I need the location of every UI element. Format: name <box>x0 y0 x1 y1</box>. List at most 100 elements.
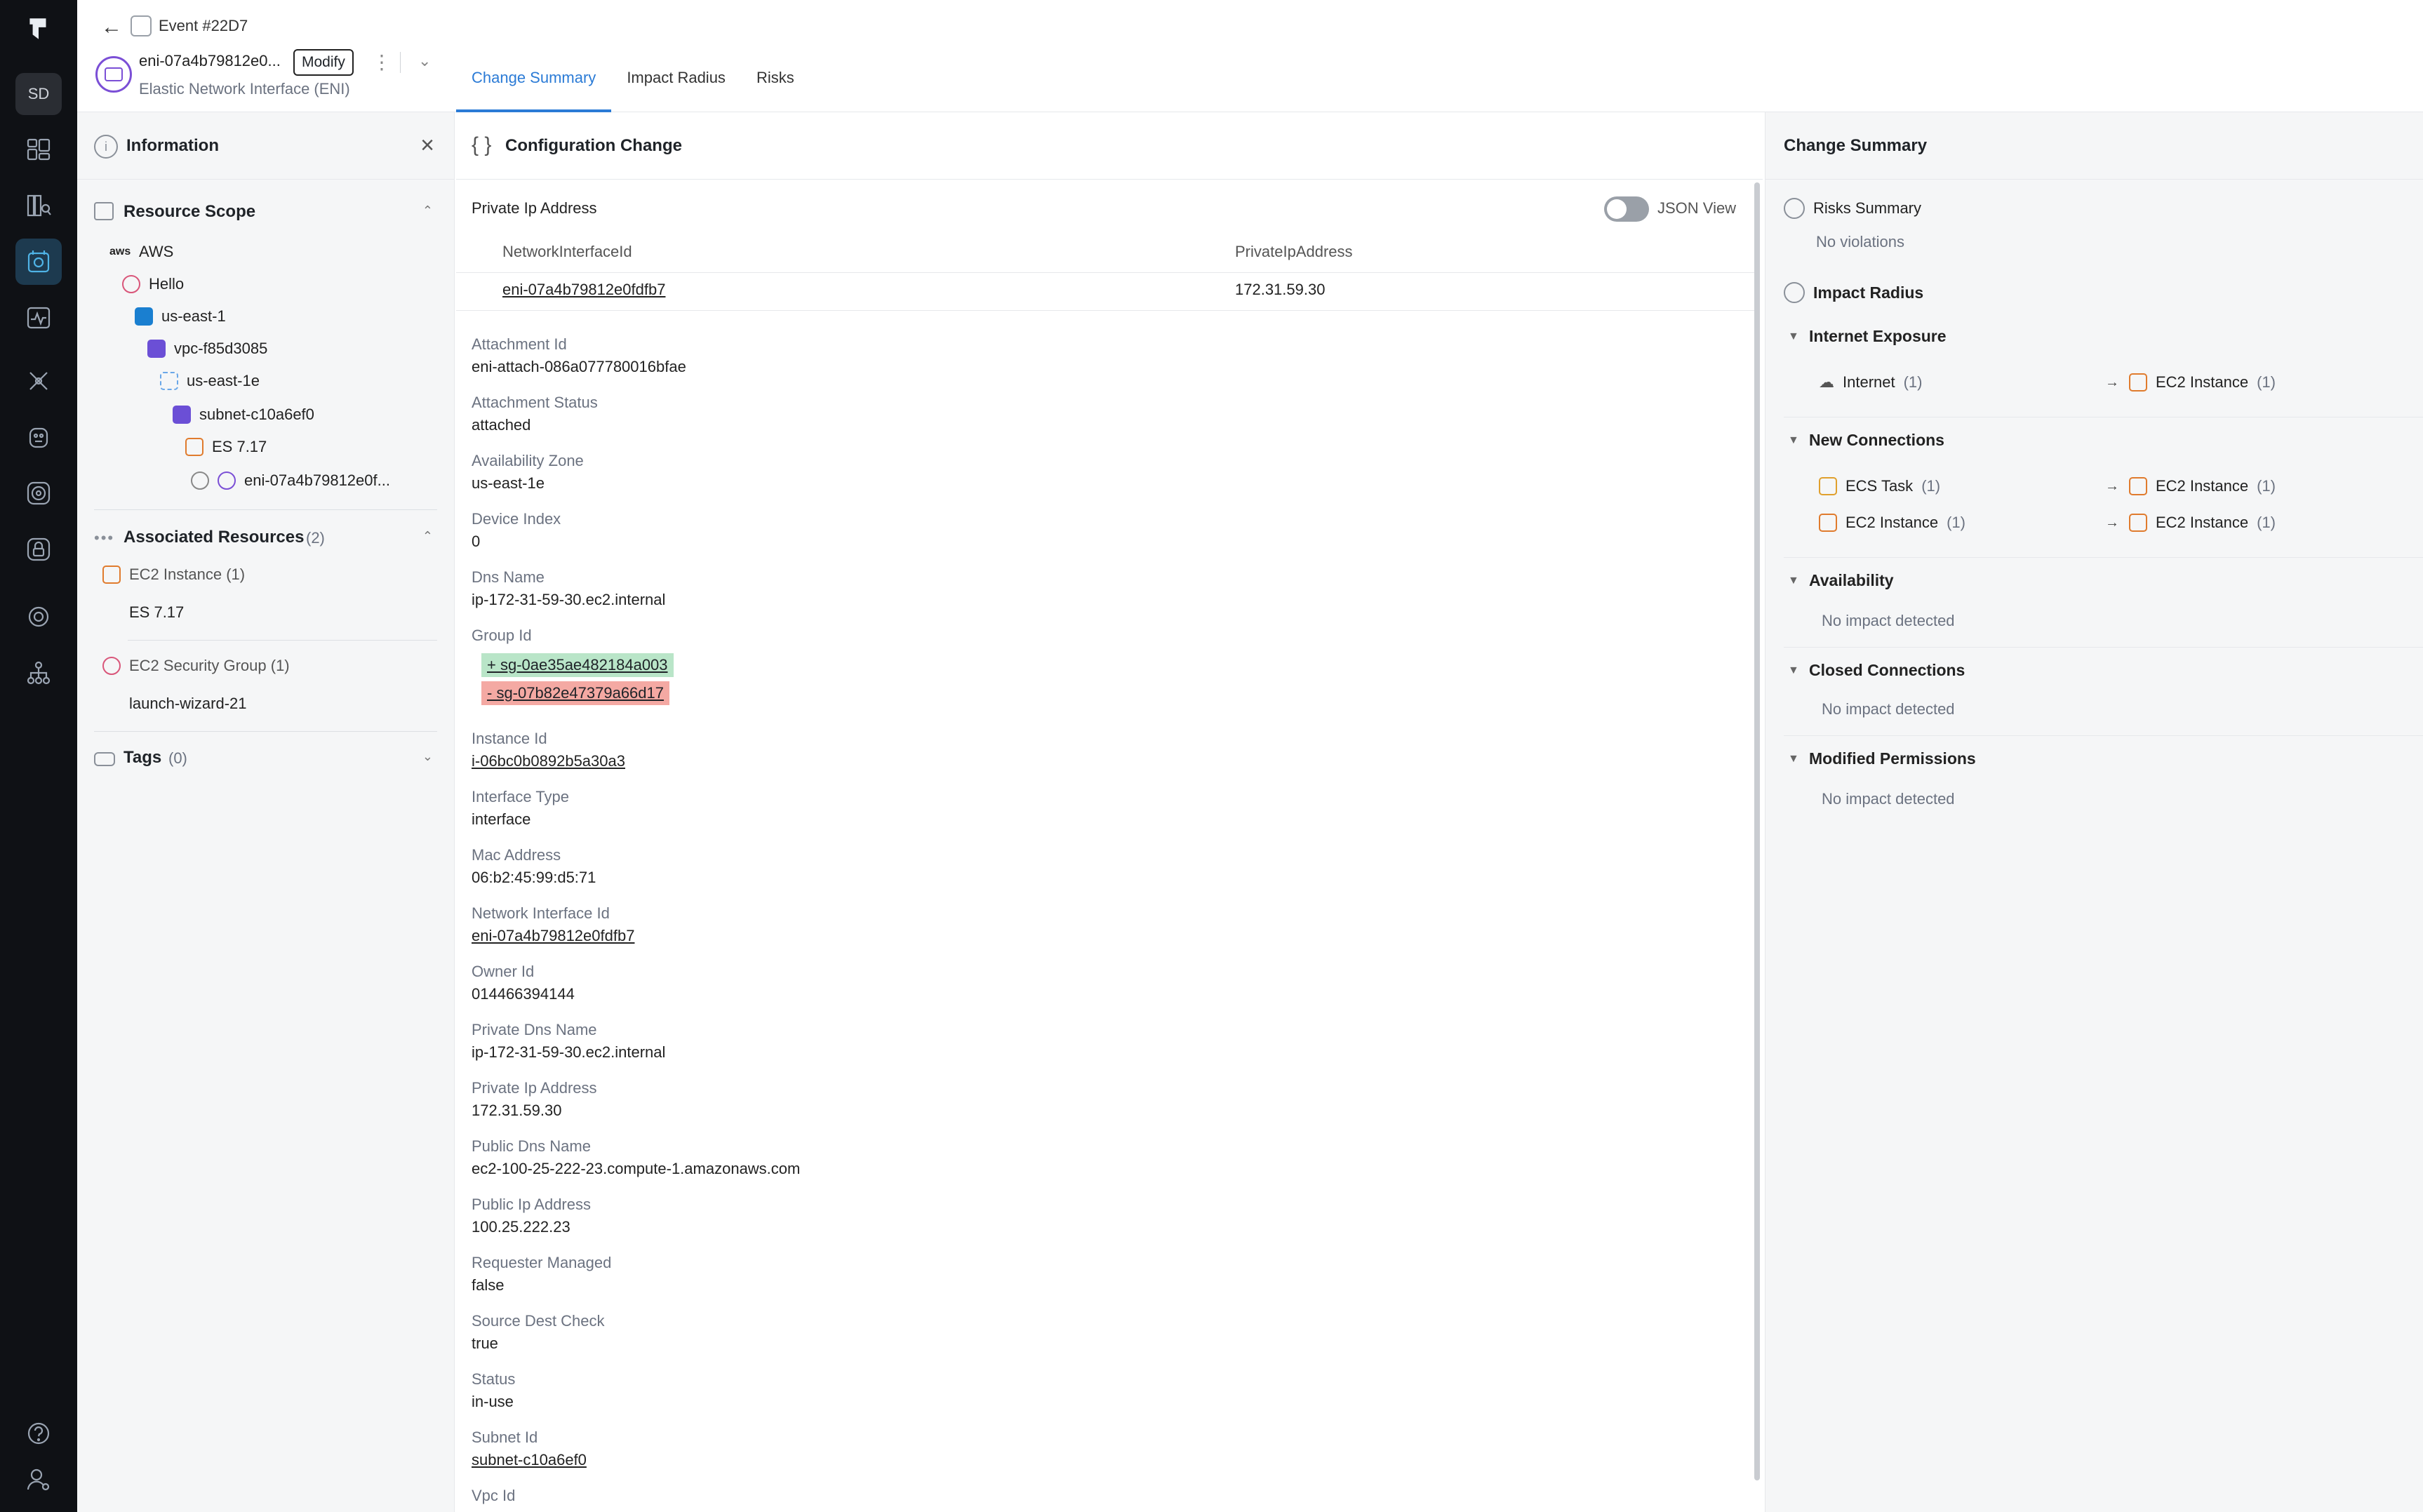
table-cell-link[interactable]: eni-07a4b79812e0fdfb7 <box>502 281 665 299</box>
info-header: i Information × <box>77 112 454 180</box>
from-count: (1) <box>1921 477 1941 495</box>
new-conn-from[interactable]: ECS Task (1) <box>1819 477 1940 495</box>
internet-from[interactable]: ☁ Internet (1) <box>1819 373 1923 392</box>
tree-item-aws[interactable]: aws AWS <box>109 243 173 261</box>
tree-item-eni[interactable]: eni-07a4b79812e0f... <box>191 471 390 490</box>
internet-exposure-header[interactable]: ▼ Internet Exposure <box>1788 327 1947 346</box>
org-tree-icon[interactable] <box>15 650 62 696</box>
scrollbar[interactable] <box>1754 182 1760 1480</box>
field-value: ip-172-31-59-30.ec2.internal <box>472 591 666 608</box>
new-conn-to[interactable]: EC2 Instance (1) <box>2129 477 2276 495</box>
availability-header[interactable]: ▼ Availability <box>1788 571 1894 590</box>
table-cell: 172.31.59.30 <box>1235 281 1326 298</box>
associated-resources-title[interactable]: Associated Resources <box>124 528 304 547</box>
table-title: Private Ip Address <box>472 199 597 217</box>
assoc-item[interactable]: launch-wizard-21 <box>129 695 247 713</box>
field-label: Dns Name <box>472 568 545 586</box>
target-icon[interactable] <box>15 470 62 516</box>
assoc-group-sg[interactable]: EC2 Security Group (1) <box>102 657 290 675</box>
tree-item-instance[interactable]: ES 7.17 <box>185 438 267 456</box>
tree-item-subnet[interactable]: subnet-c10a6ef0 <box>173 406 314 424</box>
assoc-divider <box>128 640 437 641</box>
tree-item-account[interactable]: Hello <box>122 275 184 293</box>
tree-item-az[interactable]: us-east-1e <box>160 372 260 390</box>
user-avatar[interactable]: SD <box>15 73 62 115</box>
chevron-down-icon[interactable]: ⌄ <box>418 52 431 70</box>
close-icon[interactable]: × <box>420 132 434 159</box>
field-subnet-id: Subnet Id subnet-c10a6ef0 <box>472 1429 587 1469</box>
field-label: Status <box>472 1370 516 1388</box>
tree-item-vpc[interactable]: vpc-f85d3085 <box>147 340 267 358</box>
new-connections-header[interactable]: ▼ New Connections <box>1788 431 1944 450</box>
field-value-link[interactable]: i-06bc0b0892b5a30a3 <box>472 752 625 770</box>
app-logo-icon[interactable] <box>24 14 53 44</box>
tab-impact-radius[interactable]: Impact Radius <box>611 63 741 112</box>
vpc-icon <box>147 340 166 358</box>
bug-icon[interactable] <box>15 414 62 460</box>
events-icon[interactable] <box>15 239 62 285</box>
back-arrow-icon[interactable]: ← <box>101 15 122 39</box>
ec2-instance-icon <box>102 566 121 584</box>
chevron-down-icon[interactable]: ⌄ <box>422 749 433 764</box>
modified-permissions-header[interactable]: ▼ Modified Permissions <box>1788 749 1976 768</box>
from-label: EC2 Instance <box>1845 514 1939 531</box>
resource-scope-title[interactable]: Resource Scope <box>124 202 255 222</box>
new-conn-to[interactable]: EC2 Instance (1) <box>2129 514 2276 532</box>
assoc-group-ec2[interactable]: EC2 Instance (1) <box>102 566 245 584</box>
field-label: Vpc Id <box>472 1487 516 1504</box>
tags-title[interactable]: Tags <box>124 748 161 768</box>
resource-name: eni-07a4b79812e0... <box>139 52 281 69</box>
tree-item-region[interactable]: us-east-1 <box>135 307 226 326</box>
diff-added[interactable]: + sg-0ae35ae482184a003 <box>481 653 674 677</box>
impact-radius-row[interactable]: Impact Radius <box>1784 282 1923 303</box>
to-label: EC2 Instance <box>2156 373 2249 391</box>
field-requester-managed: Requester Managed false <box>472 1254 611 1294</box>
breadcrumb[interactable]: Event #22D7 <box>159 17 248 35</box>
chevron-up-icon[interactable]: ⌃ <box>422 529 433 544</box>
new-conn-from[interactable]: EC2 Instance (1) <box>1819 514 1965 532</box>
inventory-search-icon[interactable] <box>15 182 62 229</box>
field-status: Status in-use <box>472 1370 515 1411</box>
field-value: attached <box>472 416 531 434</box>
field-value-link[interactable]: eni-07a4b79812e0fdfb7 <box>472 927 634 945</box>
field-label: Interface Type <box>472 788 570 805</box>
help-icon[interactable] <box>15 1410 62 1457</box>
info-icon: i <box>94 135 118 159</box>
activity-icon[interactable] <box>15 295 62 341</box>
tools-icon[interactable] <box>15 358 62 404</box>
lock-icon[interactable] <box>15 526 62 573</box>
resource-type: Elastic Network Interface (ENI) <box>139 80 350 98</box>
field-label: Private Dns Name <box>472 1021 597 1038</box>
dashboard-icon[interactable] <box>15 126 62 173</box>
associated-count: (2) <box>306 529 325 547</box>
closed-connections-header[interactable]: ▼ Closed Connections <box>1788 661 1965 680</box>
more-options-icon[interactable]: ⋮ <box>372 51 392 74</box>
json-view-toggle[interactable] <box>1604 196 1649 222</box>
tree-item-label: eni-07a4b79812e0f... <box>244 471 390 489</box>
account-icon <box>122 275 140 293</box>
field-device-index: Device Index 0 <box>472 510 561 551</box>
field-value: 100.25.222.23 <box>472 1218 570 1236</box>
section-title: Internet Exposure <box>1809 327 1947 345</box>
tree-item-label: vpc-f85d3085 <box>174 340 268 357</box>
permissions-value: No impact detected <box>1822 790 1955 808</box>
field-value-link[interactable]: subnet-c10a6ef0 <box>472 1451 587 1469</box>
field-value: 172.31.59.30 <box>472 1102 562 1119</box>
summary-divider <box>1784 735 2423 736</box>
tree-item-label: AWS <box>139 243 174 260</box>
caret-down-icon: ▼ <box>1788 664 1799 676</box>
user-settings-icon[interactable] <box>15 1457 62 1503</box>
tree-item-label: us-east-1e <box>187 372 260 389</box>
diff-removed[interactable]: - sg-07b82e47379a66d17 <box>481 681 670 705</box>
settings-gear-icon[interactable] <box>15 594 62 640</box>
chevron-up-icon[interactable]: ⌃ <box>422 203 433 218</box>
internet-to[interactable]: EC2 Instance (1) <box>2129 373 2276 392</box>
tab-risks[interactable]: Risks <box>741 63 810 112</box>
risks-summary-row[interactable]: Risks Summary <box>1784 198 1921 219</box>
field-source-dest-check: Source Dest Check true <box>472 1312 605 1353</box>
region-icon <box>135 307 153 326</box>
tab-change-summary[interactable]: Change Summary <box>456 63 612 112</box>
info-title: Information <box>126 136 219 155</box>
summary-divider <box>1784 647 2423 648</box>
assoc-item[interactable]: ES 7.17 <box>129 603 184 622</box>
